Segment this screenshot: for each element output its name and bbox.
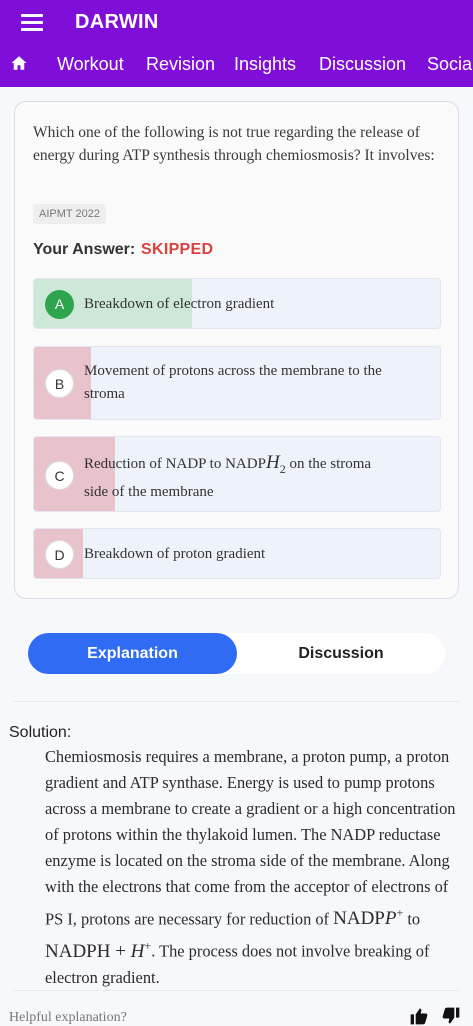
option-d-text: Breakdown of proton gradient	[84, 546, 266, 562]
thumbs-up-icon[interactable]	[409, 1006, 429, 1026]
option-a-text: Breakdown of electron gradient	[84, 296, 275, 312]
option-b-text: Movement of protons across the membrane …	[84, 363, 382, 402]
explanation-discussion-toggle: Explanation Discussion	[28, 633, 445, 674]
option-a-badge: A	[45, 290, 74, 319]
nav-bar: Workout Revision Insights Discussion Soc…	[0, 46, 473, 84]
option-a[interactable]: A Breakdown of electron gradient	[33, 278, 441, 329]
tab-insights[interactable]: Insights	[234, 54, 296, 75]
app-title: DARWIN	[75, 11, 159, 33]
tab-revision[interactable]: Revision	[146, 54, 215, 75]
app-header: DARWIN Workout Revision Insights Discuss…	[0, 0, 473, 87]
home-icon[interactable]	[10, 54, 28, 72]
option-b[interactable]: B Movement of protons across the membran…	[33, 346, 441, 420]
tab-workout[interactable]: Workout	[57, 54, 124, 75]
question-card: Which one of the following is not true r…	[14, 101, 459, 599]
option-d[interactable]: D Breakdown of proton gradient	[33, 528, 441, 579]
divider	[14, 701, 459, 702]
option-c-text: Reduction of NADP to NADPH2 on the strom…	[84, 452, 372, 500]
question-text: Which one of the following is not true r…	[33, 124, 435, 164]
divider	[14, 990, 459, 991]
tab-discussion[interactable]: Discussion	[319, 54, 406, 75]
option-d-badge: D	[45, 540, 74, 569]
solution-text: Chemiosmosis requires a membrane, a prot…	[45, 747, 456, 987]
thumbs-down-icon[interactable]	[441, 1006, 461, 1026]
solution-label: Solution:	[9, 724, 72, 741]
your-answer-label: Your Answer:	[33, 241, 136, 258]
option-c-badge: C	[45, 461, 74, 490]
tab-social[interactable]: Social	[427, 54, 473, 75]
option-b-badge: B	[45, 369, 74, 398]
tab-discussion-toggle[interactable]: Discussion	[237, 633, 445, 674]
exam-tag: AIPMT 2022	[33, 204, 106, 224]
tab-explanation[interactable]: Explanation	[28, 633, 237, 674]
menu-icon[interactable]	[21, 14, 43, 32]
answer-status: SKIPPED	[141, 241, 214, 258]
option-c[interactable]: C Reduction of NADP to NADPH2 on the str…	[33, 436, 441, 512]
